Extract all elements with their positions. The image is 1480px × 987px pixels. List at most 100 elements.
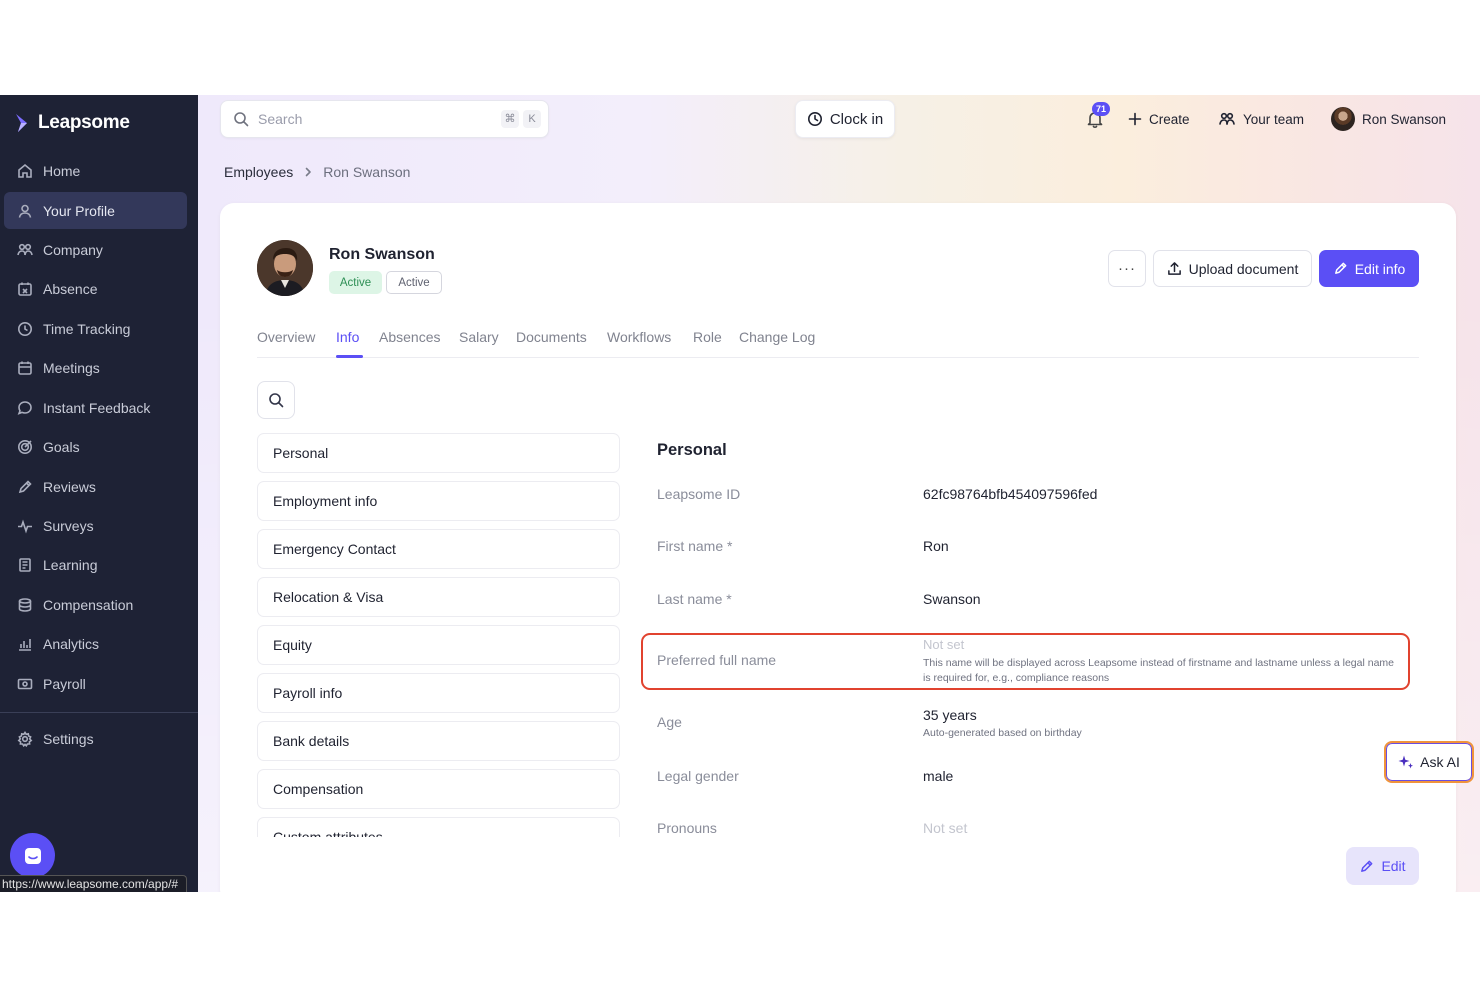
tab-salary[interactable]: Salary xyxy=(459,329,499,345)
ask-ai-label: Ask AI xyxy=(1420,754,1460,770)
chat-launcher-icon xyxy=(24,847,41,864)
sidebar-item-surveys[interactable]: Surveys xyxy=(4,507,187,544)
status-badge: Active xyxy=(329,271,382,294)
pen-icon xyxy=(18,479,32,493)
sidebar-item-label: Absence xyxy=(43,280,98,297)
sidebar-item-goals[interactable]: Goals xyxy=(4,428,187,465)
sidebar-item-payroll[interactable]: Payroll xyxy=(4,665,187,702)
sidebar-item-label: Home xyxy=(43,162,81,179)
profile-name: Ron Swanson xyxy=(329,246,435,263)
edit-label: Edit xyxy=(1381,858,1406,874)
sparkle-icon xyxy=(1398,755,1414,769)
field-label-first-name: First name * xyxy=(657,538,733,554)
sidebar-item-reviews[interactable]: Reviews xyxy=(4,468,187,505)
sidebar-divider xyxy=(0,712,198,713)
field-value-leapsome-id: 62fc98764bfb454097596fed xyxy=(923,486,1098,502)
clock-icon xyxy=(807,112,822,126)
sidebar-item-label: Time Tracking xyxy=(43,320,131,337)
sidebar-item-label: Compensation xyxy=(43,596,134,613)
profile-card: Ron Swanson Active Active ··· Upload doc… xyxy=(220,203,1456,892)
coins-icon xyxy=(18,597,32,612)
sidebar-item-company[interactable]: Company xyxy=(4,231,187,268)
section-item-compensation[interactable]: Compensation xyxy=(257,769,620,809)
tab-overview[interactable]: Overview xyxy=(257,329,315,345)
sidebar-item-instant-feedback[interactable]: Instant Feedback xyxy=(4,389,187,426)
shortcut-k-key: K xyxy=(523,110,541,128)
global-search[interactable]: ⌘ K xyxy=(220,100,549,138)
sidebar-item-learning[interactable]: Learning xyxy=(4,546,187,583)
sidebar-item-label: Surveys xyxy=(43,517,94,534)
field-value-legal-gender: male xyxy=(923,768,954,784)
section-item-bank-details[interactable]: Bank details xyxy=(257,721,620,761)
tab-role[interactable]: Role xyxy=(693,329,722,345)
money-icon xyxy=(17,678,33,689)
section-item-relocation-visa[interactable]: Relocation & Visa xyxy=(257,577,620,617)
clock-in-button[interactable]: Clock in xyxy=(795,100,895,138)
breadcrumb-current: Ron Swanson xyxy=(323,164,411,180)
notification-badge: 71 xyxy=(1092,102,1110,116)
sidebar-item-time-tracking[interactable]: Time Tracking xyxy=(4,310,187,347)
edit-button[interactable]: Edit xyxy=(1346,847,1419,885)
details-section-title: Personal xyxy=(657,441,727,459)
brand-name: Leapsome xyxy=(38,112,130,133)
sidebar-item-label: Settings xyxy=(43,730,94,747)
target-icon xyxy=(18,439,32,454)
sidebar-item-label: Company xyxy=(43,241,103,258)
edit-info-button[interactable]: Edit info xyxy=(1319,250,1419,287)
leapsome-logo-icon xyxy=(16,114,27,132)
upload-document-label: Upload document xyxy=(1188,260,1299,277)
section-item-employment-info[interactable]: Employment info xyxy=(257,481,620,521)
field-note-preferred-full-name: This name will be displayed across Leaps… xyxy=(923,657,1395,684)
your-team-button[interactable]: Your team xyxy=(1218,108,1304,130)
brand-logo[interactable]: Leapsome xyxy=(14,109,130,137)
users-icon xyxy=(1219,112,1235,125)
tab-documents[interactable]: Documents xyxy=(516,329,587,345)
info-section-list: Personal Employment info Emergency Conta… xyxy=(257,433,621,837)
user-icon xyxy=(18,204,32,218)
main-area: ⌘ K Clock in 71 Create Your team Ron Swa… xyxy=(198,95,1480,892)
app-window: Leapsome Home Your Profile Company Absen… xyxy=(0,95,1480,892)
tab-info[interactable]: Info xyxy=(336,329,359,345)
active-tab-indicator xyxy=(336,355,363,358)
sidebar-item-label: Instant Feedback xyxy=(43,399,151,416)
sidebar-item-settings[interactable]: Settings xyxy=(4,720,187,757)
upload-document-button[interactable]: Upload document xyxy=(1153,250,1312,287)
sidebar-item-absence[interactable]: Absence xyxy=(4,270,187,307)
section-item-personal[interactable]: Personal xyxy=(257,433,620,473)
field-label-age: Age xyxy=(657,714,682,730)
tab-workflows[interactable]: Workflows xyxy=(607,329,671,345)
field-value-pronouns: Not set xyxy=(923,820,968,836)
more-options-button[interactable]: ··· xyxy=(1108,250,1146,287)
chat-icon xyxy=(17,400,32,415)
breadcrumb-employees[interactable]: Employees xyxy=(224,164,293,180)
tab-change-log[interactable]: Change Log xyxy=(739,329,815,345)
chevron-right-icon xyxy=(305,167,312,177)
section-item-payroll-info[interactable]: Payroll info xyxy=(257,673,620,713)
section-item-equity[interactable]: Equity xyxy=(257,625,620,665)
sidebar-item-your-profile[interactable]: Your Profile xyxy=(4,192,187,229)
ask-ai-button[interactable]: Ask AI xyxy=(1384,741,1474,783)
your-team-label: Your team xyxy=(1243,111,1305,127)
section-item-emergency-contact[interactable]: Emergency Contact xyxy=(257,529,620,569)
profile-photo xyxy=(257,240,313,296)
section-item-custom-attributes[interactable]: Custom attributes xyxy=(257,817,620,837)
section-search-button[interactable] xyxy=(257,381,295,419)
sidebar-item-analytics[interactable]: Analytics xyxy=(4,625,187,662)
calendar-x-icon xyxy=(18,282,32,296)
user-menu[interactable]: Ron Swanson xyxy=(1331,107,1447,131)
user-name: Ron Swanson xyxy=(1362,111,1447,127)
sidebar-item-compensation[interactable]: Compensation xyxy=(4,586,187,623)
search-input[interactable] xyxy=(258,111,478,127)
create-button[interactable]: Create xyxy=(1128,108,1190,130)
search-icon xyxy=(269,393,284,408)
field-value-first-name: Ron xyxy=(923,538,949,554)
users-icon xyxy=(17,243,33,255)
field-value-age: 35 years xyxy=(923,707,977,723)
field-note-age: Auto-generated based on birthday xyxy=(923,727,1082,739)
support-chat-button[interactable] xyxy=(10,833,55,878)
sidebar-item-home[interactable]: Home xyxy=(4,152,187,189)
tab-absences[interactable]: Absences xyxy=(379,329,440,345)
pencil-icon xyxy=(1334,262,1347,274)
sidebar-item-meetings[interactable]: Meetings xyxy=(4,349,187,386)
field-value-last-name: Swanson xyxy=(923,591,981,607)
